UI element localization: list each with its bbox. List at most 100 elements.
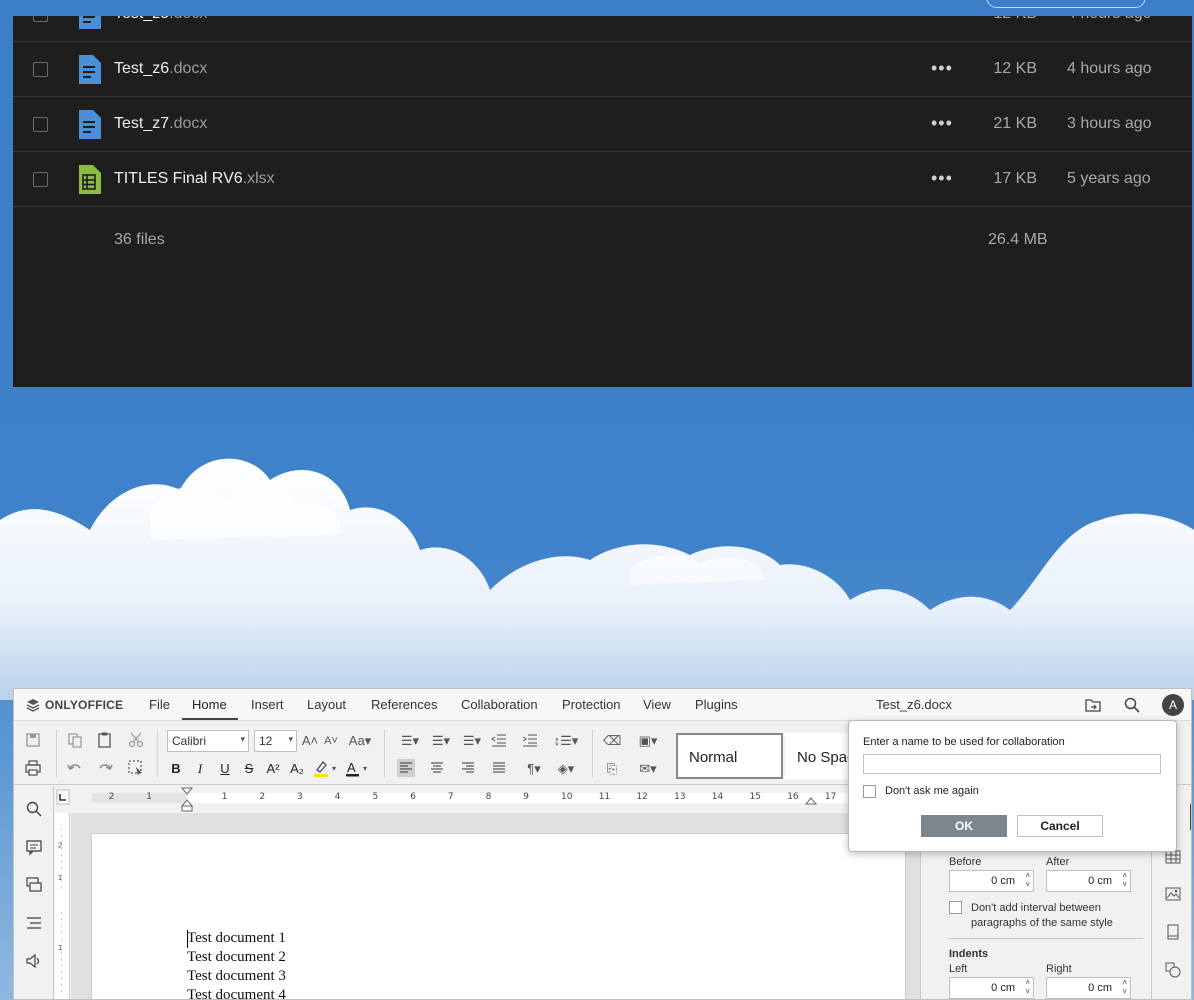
bullets-icon[interactable]: ☰▾ — [397, 732, 423, 750]
more-actions-icon[interactable]: ••• — [931, 168, 953, 189]
decrease-font-icon[interactable]: A˅ — [322, 732, 340, 750]
dont-ask-again-label[interactable]: Don't ask me again — [885, 785, 979, 797]
panel-divider — [949, 938, 1143, 939]
document-text-line[interactable]: Test document 3 — [187, 968, 286, 985]
document-canvas[interactable]: Test document 1 Test document 2 Test doc… — [71, 813, 921, 999]
row-checkbox[interactable] — [33, 62, 48, 77]
color-scheme-icon[interactable]: ▣▾ — [634, 732, 662, 750]
file-name[interactable]: Test_z7.docx — [114, 115, 207, 133]
menu-protection[interactable]: Protection — [562, 697, 621, 712]
search-icon[interactable] — [1123, 696, 1141, 714]
style-normal[interactable]: Normal — [676, 733, 783, 779]
file-name[interactable]: TITLES Final RV6.xlsx — [114, 170, 275, 188]
font-size-select[interactable]: 12 ▾ — [254, 730, 297, 752]
open-file-location-icon[interactable] — [1084, 696, 1102, 714]
spinner-arrows-icon[interactable]: ˄ ˅ — [1122, 978, 1127, 996]
more-actions-icon[interactable]: ••• — [931, 113, 953, 134]
subscript-icon[interactable]: A₂ — [288, 760, 306, 778]
justify-icon[interactable] — [490, 759, 508, 777]
bold-icon[interactable]: B — [167, 760, 185, 778]
style-no-spacing[interactable]: No Spacing — [785, 733, 855, 779]
increase-indent-icon[interactable] — [521, 731, 539, 749]
clear-style-icon[interactable]: ⌫ — [603, 732, 621, 750]
spinner-arrows-icon[interactable]: ˄ ˅ — [1025, 871, 1030, 889]
document-text-line[interactable]: Test document 1 — [187, 930, 286, 947]
align-left-icon[interactable] — [397, 759, 415, 777]
spinner-arrows-icon[interactable]: ˄ ˅ — [1025, 978, 1030, 996]
italic-icon[interactable]: I — [191, 760, 209, 778]
line-spacing-icon[interactable]: ↕☰▾ — [552, 732, 580, 750]
cut-icon[interactable] — [127, 731, 145, 749]
menu-file[interactable]: File — [149, 697, 170, 712]
print-icon[interactable] — [24, 759, 42, 777]
document-text-line[interactable]: Test document 4 — [187, 987, 286, 999]
header-button[interactable] — [986, 0, 1146, 8]
nonprinting-characters-icon[interactable]: ¶▾ — [521, 760, 547, 778]
font-color-icon[interactable]: A ▾ — [344, 759, 372, 777]
file-row[interactable]: Test_z6.docx ••• 12 KB 4 hours ago — [13, 42, 1192, 97]
dont-ask-again-checkbox[interactable] — [863, 785, 876, 798]
decrease-indent-icon[interactable] — [490, 731, 508, 749]
image-settings-icon[interactable] — [1165, 886, 1181, 902]
save-icon[interactable] — [24, 731, 42, 749]
navigation-icon[interactable] — [25, 914, 43, 932]
multilevel-list-icon[interactable]: ☰▾ — [459, 732, 485, 750]
ok-button[interactable]: OK — [921, 815, 1007, 837]
collaboration-name-input[interactable] — [863, 754, 1161, 774]
menu-collaboration[interactable]: Collaboration — [461, 697, 538, 712]
chat-icon[interactable] — [25, 876, 43, 894]
user-avatar[interactable]: A — [1162, 694, 1184, 716]
more-actions-icon[interactable]: ••• — [931, 58, 953, 79]
spacing-after-label: After — [1046, 856, 1070, 868]
cancel-button[interactable]: Cancel — [1017, 815, 1103, 837]
change-case-icon[interactable]: Aa▾ — [346, 732, 374, 750]
highlight-color-icon[interactable]: ▾ — [312, 759, 340, 777]
indent-left-input[interactable]: 0 cm ˄ ˅ — [949, 977, 1034, 999]
strikethrough-icon[interactable]: S — [240, 760, 258, 778]
align-center-icon[interactable] — [428, 759, 446, 777]
file-name[interactable]: Test_z6.docx — [114, 60, 207, 78]
paragraph-shading-icon[interactable]: ◈▾ — [552, 760, 580, 778]
undo-icon[interactable] — [66, 759, 84, 777]
copy-style-icon[interactable]: ⎘ — [603, 760, 621, 778]
select-all-icon[interactable] — [127, 759, 145, 777]
ruler-number: 17 — [824, 792, 837, 802]
file-size: 21 KB — [993, 115, 1037, 132]
spacing-before-input[interactable]: 0 cm ˄ ˅ — [949, 870, 1034, 892]
underline-icon[interactable]: U — [216, 760, 234, 778]
svg-text:1: 1 — [58, 873, 63, 882]
search-icon[interactable] — [25, 800, 43, 818]
feedback-speaker-icon[interactable] — [25, 952, 43, 970]
spacing-after-input[interactable]: 0 cm ˄ ˅ — [1046, 870, 1131, 892]
increase-font-icon[interactable]: A˄ — [301, 732, 319, 750]
superscript-icon[interactable]: A² — [264, 760, 282, 778]
comments-icon[interactable] — [25, 838, 43, 856]
header-footer-settings-icon[interactable] — [1165, 924, 1181, 940]
document-page[interactable]: Test document 1 Test document 2 Test doc… — [91, 833, 906, 999]
file-row[interactable]: TITLES Final RV6.xlsx ••• 17 KB 5 years … — [13, 152, 1192, 207]
copy-icon[interactable] — [66, 731, 84, 749]
row-checkbox[interactable] — [33, 172, 48, 187]
spinner-arrows-icon[interactable]: ˄ ˅ — [1122, 871, 1127, 889]
align-right-icon[interactable] — [459, 759, 477, 777]
ruler-number: 16 — [787, 792, 799, 802]
shape-settings-icon[interactable] — [1165, 962, 1181, 978]
no-interval-checkbox[interactable] — [949, 901, 962, 914]
redo-icon[interactable] — [96, 759, 114, 777]
vertical-ruler[interactable]: 2 1 1 — [55, 813, 70, 1000]
document-text-line[interactable]: Test document 2 — [187, 949, 286, 966]
indent-left-label: Left — [949, 963, 968, 975]
file-row[interactable]: Test_z7.docx ••• 21 KB 3 hours ago — [13, 97, 1192, 152]
indent-right-input[interactable]: 0 cm ˄ ˅ — [1046, 977, 1131, 999]
menu-layout[interactable]: Layout — [307, 697, 346, 712]
menu-view[interactable]: View — [643, 697, 671, 712]
menu-home[interactable]: Home — [192, 697, 227, 712]
menu-insert[interactable]: Insert — [251, 697, 284, 712]
menu-references[interactable]: References — [371, 697, 437, 712]
paste-icon[interactable] — [96, 731, 114, 749]
row-checkbox[interactable] — [33, 117, 48, 132]
numbering-icon[interactable]: ☰▾ — [428, 732, 454, 750]
mail-merge-icon[interactable]: ✉▾ — [634, 760, 662, 778]
menu-plugins[interactable]: Plugins — [695, 697, 738, 712]
font-name-select[interactable]: Calibri ▾ — [167, 730, 249, 752]
